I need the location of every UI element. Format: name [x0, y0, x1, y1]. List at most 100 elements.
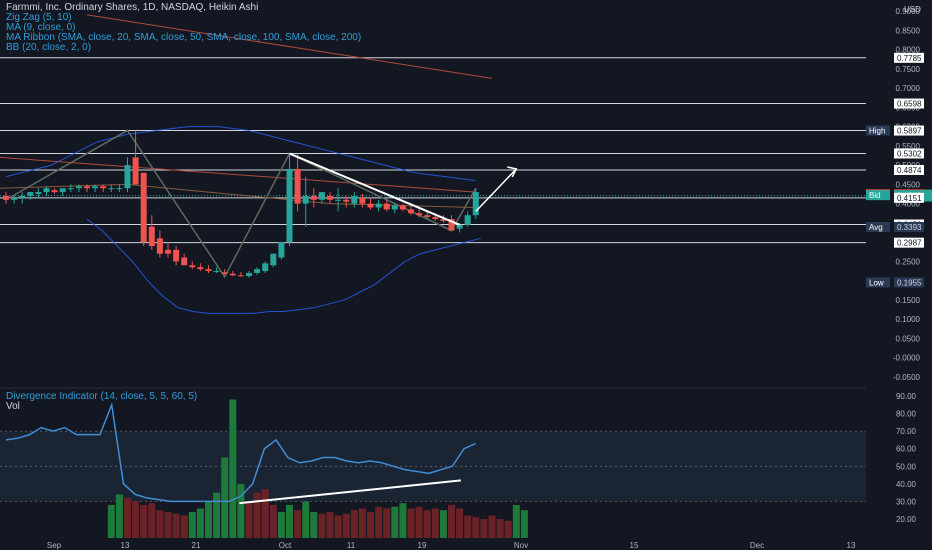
candle-body — [84, 186, 90, 189]
price-label-level: 0.7785 — [897, 54, 922, 63]
volume-bar — [456, 508, 464, 538]
price-label-level: 0.4874 — [897, 166, 922, 175]
osc-tick-label: 80.00 — [896, 410, 917, 419]
candle-body — [108, 188, 115, 190]
candle-body — [246, 272, 252, 277]
price-label-level: 0.2987 — [897, 239, 922, 248]
candle-body — [11, 197, 18, 200]
price-tick-label: 0.1000 — [896, 315, 921, 324]
time-tick-label: 19 — [418, 541, 427, 550]
time-tick-label: Sep — [47, 541, 62, 550]
candle-body — [140, 172, 147, 243]
volume-bar — [115, 494, 123, 538]
indicator-divergence[interactable]: Divergence Indicator (14, close, 5, 5, 6… — [6, 392, 197, 402]
volume-bar — [375, 506, 383, 538]
candle-body — [472, 192, 479, 216]
volume-bar — [334, 515, 342, 538]
price-tick-label: 0.1500 — [896, 296, 921, 305]
price-tick-label: 0.7000 — [896, 84, 921, 93]
candle-body — [19, 195, 26, 198]
volume-bar — [464, 515, 472, 538]
volume-bar — [180, 515, 188, 538]
indicator-volume[interactable]: Vol — [6, 402, 197, 412]
volume-bar — [237, 483, 245, 538]
price-label-level: 0.5897 — [897, 127, 922, 136]
volume-bar — [480, 519, 488, 538]
candle-body — [424, 215, 431, 218]
candle-body — [391, 205, 398, 210]
candle-body — [335, 199, 342, 201]
candle-body — [456, 224, 463, 229]
time-tick-label: 13 — [847, 541, 856, 550]
candle-body — [375, 203, 382, 208]
price-tick-label: 0.4500 — [896, 180, 921, 189]
volume-bar — [196, 508, 204, 538]
candle-body — [92, 186, 99, 189]
price-label-level: 0.4151 — [897, 194, 922, 203]
time-tick-label: Oct — [279, 541, 292, 550]
volume-bar — [504, 520, 512, 538]
candle-body — [286, 168, 293, 243]
volume-bar — [140, 504, 148, 538]
time-tick-label: 13 — [121, 541, 130, 550]
candle-body — [302, 195, 309, 204]
volume-bar — [188, 511, 196, 538]
candle-body — [237, 275, 244, 277]
candle-body — [294, 168, 301, 204]
candle-body — [116, 188, 123, 190]
volume-bar — [350, 510, 358, 538]
candle-body — [156, 238, 163, 254]
countdown-box — [924, 189, 932, 202]
volume-bar — [286, 504, 293, 538]
candle-body — [318, 192, 325, 200]
volume-bar — [277, 511, 285, 538]
candle-body — [367, 203, 374, 208]
price-label-low: 0.1955 — [897, 278, 922, 287]
time-axis-bg — [0, 538, 932, 550]
volume-bar — [132, 501, 140, 538]
volume-bar — [261, 489, 269, 538]
volume-bar — [294, 510, 302, 538]
osc-tick-label: 40.00 — [896, 480, 917, 489]
lower-pane-legend: Divergence Indicator (14, close, 5, 5, 6… — [6, 392, 197, 412]
volume-bar — [107, 504, 115, 538]
candle-body — [383, 203, 390, 210]
candle-body — [43, 188, 50, 193]
volume-bar — [156, 510, 164, 538]
indicator-bb[interactable]: BB (20, close, 2, 0) — [6, 43, 361, 53]
volume-bar — [310, 511, 318, 538]
volume-bar — [148, 503, 156, 538]
osc-tick-label: 20.00 — [896, 515, 917, 524]
volume-bar — [431, 508, 439, 538]
volume-bar — [326, 511, 334, 538]
candle-body — [165, 249, 171, 254]
candle-body — [359, 197, 366, 204]
price-label-level: 0.6598 — [897, 100, 922, 109]
candle-body — [75, 186, 82, 189]
candle-body — [189, 265, 196, 268]
price-tag-low: Low — [869, 278, 884, 287]
candle-body — [124, 165, 131, 189]
candle-body — [399, 205, 406, 210]
osc-tick-label: 70.00 — [896, 427, 917, 436]
volume-bar — [229, 399, 237, 538]
candle-body — [278, 242, 285, 258]
chart-canvas[interactable]: USD0.90000.85000.80000.75000.70000.65000… — [0, 0, 932, 550]
candle-body — [343, 199, 350, 202]
candle-body — [351, 195, 358, 204]
volume-bar — [407, 508, 415, 538]
time-tick-label: Nov — [514, 541, 528, 550]
volume-bar — [342, 513, 350, 538]
candle-body — [173, 249, 180, 262]
price-label-avg: 0.3393 — [897, 223, 922, 232]
volume-bar — [520, 510, 528, 538]
price-tag-avg: Avg — [869, 223, 883, 232]
volume-bar — [496, 519, 504, 538]
time-tick-label: 15 — [630, 541, 639, 550]
candle-body — [432, 217, 439, 220]
candle-body — [51, 190, 58, 193]
candle-body — [197, 267, 204, 270]
osc-tick-label: 50.00 — [896, 462, 917, 471]
price-tick-label: 0.0500 — [896, 334, 921, 343]
volume-bar — [472, 517, 480, 538]
